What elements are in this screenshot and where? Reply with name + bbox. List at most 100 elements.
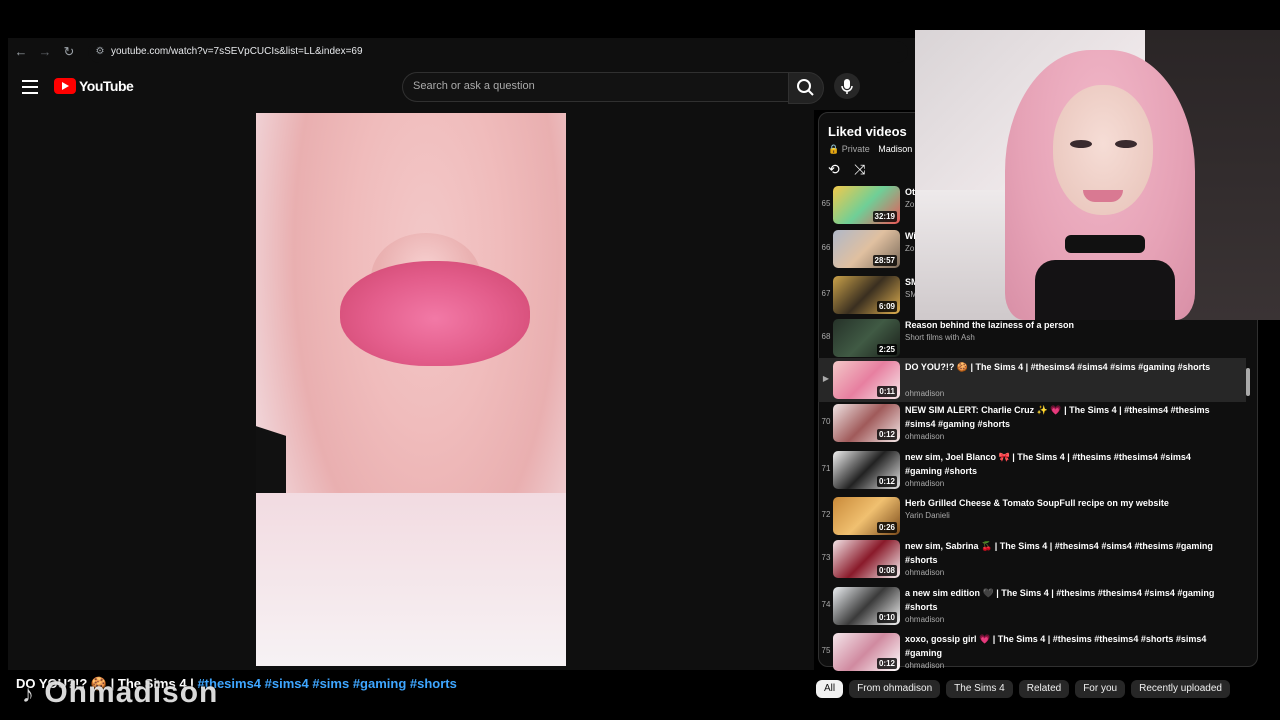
- video-title-hashtags[interactable]: #thesims4 #sims4 #sims #gaming #shorts: [197, 676, 456, 691]
- playlist-item-channel[interactable]: ohmadison: [905, 615, 944, 624]
- url-text: youtube.com/watch?v=7sSEVpCUCIs&list=LL&…: [111, 46, 363, 57]
- playlist-item-thumbnail[interactable]: 0:11: [833, 361, 900, 399]
- chip-bar: All From ohmadison The Sims 4 Related For yo…: [816, 678, 1236, 698]
- chip-related[interactable]: Related: [1018, 680, 1070, 698]
- duration-badge: 32:19: [872, 211, 897, 222]
- duration-badge: 0:12: [876, 429, 897, 440]
- playlist-item[interactable]: 72 0:26 Herb Grilled Cheese & Tomato SoupF…: [818, 494, 1246, 538]
- playlist-item-index: 74: [821, 600, 831, 609]
- now-playing-icon: ▶: [822, 374, 830, 383]
- playlist-owner[interactable]: Madison: [878, 144, 912, 154]
- playlist-item-thumbnail[interactable]: 0:12: [833, 404, 900, 442]
- playlist-item-thumbnail[interactable]: 0:26: [833, 497, 900, 535]
- playlist-scrollbar[interactable]: [1246, 368, 1250, 396]
- search-icon: [797, 79, 814, 96]
- playlist-item-index: 70: [821, 417, 831, 426]
- playlist-item-title[interactable]: new sim, Joel Blanco 🎀 | The Sims 4 | #t…: [905, 450, 1225, 478]
- webcam-mouth: [1083, 190, 1123, 202]
- shuffle-icon[interactable]: ⤨: [854, 161, 870, 177]
- youtube-play-icon: [54, 78, 76, 94]
- webcam-left-eye: [1070, 140, 1092, 148]
- chip-all[interactable]: All: [816, 680, 844, 698]
- playlist-item-thumbnail[interactable]: 0:10: [833, 587, 900, 625]
- chip-for-you[interactable]: For you: [1075, 680, 1126, 698]
- playlist-item[interactable]: 70 0:12 NEW SIM ALERT: Charlie Cruz ✨ 💗 | …: [818, 401, 1246, 445]
- desktop-top-strip: [0, 0, 1280, 30]
- watermark-text: Ohmadison: [44, 676, 219, 709]
- playlist-item[interactable]: ▶ 0:11 DO YOU?!? 🍪 | The Sims 4 | #thesims…: [818, 358, 1246, 402]
- playlist-item[interactable]: 74 0:10 a new sim edition 🖤 | The Sims 4 |…: [818, 584, 1246, 628]
- reload-icon[interactable]: ↻: [61, 44, 77, 60]
- duration-badge: 0:11: [877, 386, 897, 397]
- playlist-item-channel[interactable]: Zo: [905, 244, 914, 253]
- tiktok-watermark: ♪ Ohmadison: [22, 676, 218, 710]
- tiktok-note-icon: ♪: [22, 681, 35, 708]
- site-info-icon[interactable]: ⚙: [92, 44, 108, 60]
- duration-badge: 0:12: [876, 658, 897, 669]
- playlist-item-title[interactable]: DO YOU?!? 🍪 | The Sims 4 | #thesims4 #si…: [905, 360, 1225, 374]
- lock-icon: 🔒: [828, 144, 840, 154]
- playlist-item-index: 67: [821, 289, 831, 298]
- playlist-title[interactable]: Liked videos: [828, 124, 907, 139]
- playlist-item-channel[interactable]: ohmadison: [905, 432, 944, 441]
- webcam-overlay: [915, 30, 1280, 320]
- duration-badge: 0:26: [876, 522, 897, 533]
- duration-badge: 0:10: [876, 612, 897, 623]
- playlist-item-index: 66: [821, 243, 831, 252]
- search-button[interactable]: [788, 72, 824, 104]
- playlist-item-title[interactable]: Reason behind the laziness of a person: [905, 318, 1225, 332]
- search-placeholder: Search or ask a question: [413, 80, 535, 92]
- video-neck-shape: [256, 493, 566, 666]
- webcam-right-eye: [1115, 140, 1137, 148]
- playlist-item-title[interactable]: xoxo, gossip girl 💗 | The Sims 4 | #thes…: [905, 632, 1225, 660]
- chip-from-ohmadison[interactable]: From ohmadison: [849, 680, 941, 698]
- playlist-item-channel[interactable]: Zo: [905, 200, 914, 209]
- playlist-item-thumbnail[interactable]: 0:12: [833, 633, 900, 671]
- playlist-item-index: 65: [821, 199, 831, 208]
- playlist-privacy: Private: [841, 144, 870, 154]
- playlist-item-index: 68: [821, 332, 831, 341]
- chip-recently-uploaded[interactable]: Recently uploaded: [1131, 680, 1230, 698]
- loop-icon[interactable]: ⟲: [828, 161, 844, 177]
- playlist-item-thumbnail[interactable]: 0:12: [833, 451, 900, 489]
- playlist-item-channel[interactable]: ohmadison: [905, 568, 944, 577]
- playlist-item-index: 73: [821, 553, 831, 562]
- playlist-item-thumbnail[interactable]: 2:25: [833, 319, 900, 357]
- duration-badge: 28:57: [872, 255, 897, 266]
- playlist-item-index: 75: [821, 646, 831, 655]
- playlist-item-channel[interactable]: ohmadison: [905, 479, 944, 488]
- voice-search-button[interactable]: [834, 73, 860, 99]
- playlist-item-channel[interactable]: ohmadison: [905, 661, 944, 670]
- video-lips-shape: [340, 261, 530, 366]
- forward-icon[interactable]: →: [37, 44, 53, 60]
- playlist-item-channel[interactable]: Short films with Ash: [905, 333, 975, 342]
- playlist-item-title[interactable]: NEW SIM ALERT: Charlie Cruz ✨ 💗 | The Si…: [905, 403, 1225, 431]
- playlist-item[interactable]: 75 0:12 xoxo, gossip girl 💗 | The Sims 4 |…: [818, 630, 1246, 674]
- playlist-item-channel[interactable]: Yarin Danieli: [905, 511, 950, 520]
- playlist-item-index: 71: [821, 464, 831, 473]
- playlist-item[interactable]: 73 0:08 new sim, Sabrina 🍒 | The Sims 4 | …: [818, 537, 1246, 581]
- playlist-item-thumbnail[interactable]: 6:09: [833, 276, 900, 314]
- video-frame[interactable]: [256, 113, 566, 666]
- playlist-item-index: 72: [821, 510, 831, 519]
- playlist-item-title[interactable]: a new sim edition 🖤 | The Sims 4 | #thes…: [905, 586, 1225, 614]
- back-icon[interactable]: ←: [13, 44, 29, 60]
- duration-badge: 0:08: [876, 565, 897, 576]
- microphone-icon: [841, 79, 853, 94]
- logo-text: YouTube: [79, 78, 134, 94]
- playlist-item-title[interactable]: new sim, Sabrina 🍒 | The Sims 4 | #thesi…: [905, 539, 1225, 567]
- chip-the-sims-4[interactable]: The Sims 4: [946, 680, 1013, 698]
- playlist-item[interactable]: 68 2:25 Reason behind the laziness of a pe…: [818, 316, 1246, 360]
- playlist-item-thumbnail[interactable]: 28:57: [833, 230, 900, 268]
- hamburger-menu-icon[interactable]: [22, 80, 38, 94]
- playlist-item-thumbnail[interactable]: 32:19: [833, 186, 900, 224]
- playlist-item-title[interactable]: Herb Grilled Cheese & Tomato SoupFull re…: [905, 496, 1225, 510]
- playlist-item[interactable]: 71 0:12 new sim, Joel Blanco 🎀 | The Sims …: [818, 448, 1246, 492]
- duration-badge: 6:09: [876, 301, 897, 312]
- webcam-top-garment: [1035, 260, 1175, 320]
- duration-badge: 2:25: [876, 344, 897, 355]
- webcam-choker: [1065, 235, 1145, 253]
- playlist-item-thumbnail[interactable]: 0:08: [833, 540, 900, 578]
- playlist-meta: 🔒 Private Madison · 6: [828, 144, 925, 155]
- playlist-item-channel[interactable]: ohmadison: [905, 389, 944, 398]
